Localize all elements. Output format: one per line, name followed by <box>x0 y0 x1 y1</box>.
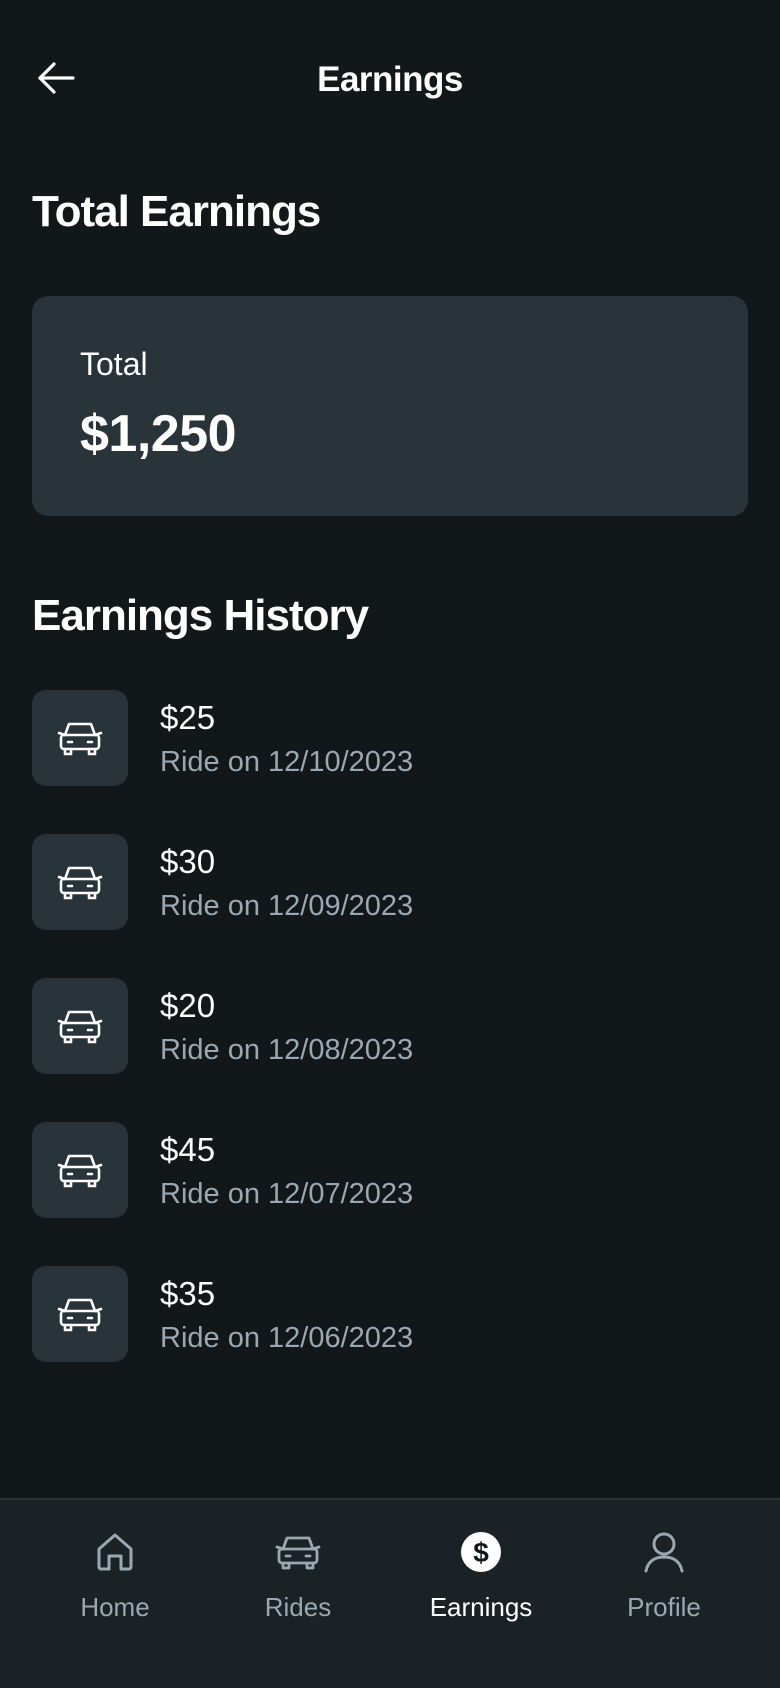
list-item[interactable]: $25 Ride on 12/10/2023 <box>32 690 748 786</box>
earnings-history-heading: Earnings History <box>32 591 369 640</box>
earnings-history-list: $25 Ride on 12/10/2023 $30 Ride on 12/09… <box>32 690 748 1410</box>
dollar-circle-icon: $ <box>457 1528 505 1576</box>
item-amount: $35 <box>160 1275 216 1312</box>
item-amount: $45 <box>160 1131 216 1168</box>
home-icon <box>91 1528 139 1576</box>
car-icon <box>32 690 128 786</box>
user-icon <box>640 1528 688 1576</box>
car-icon <box>32 1266 128 1362</box>
total-earnings-card: Total $1,250 <box>32 296 748 516</box>
list-item[interactable]: $30 Ride on 12/09/2023 <box>32 834 748 930</box>
total-earnings-heading: Total Earnings <box>32 187 321 236</box>
list-item[interactable]: $20 Ride on 12/08/2023 <box>32 978 748 1074</box>
total-value: $1,250 <box>80 405 237 463</box>
car-icon <box>32 978 128 1074</box>
bottom-navigation: Home Rides $ Earnings Profile <box>0 1498 780 1688</box>
nav-item-home[interactable]: Home <box>40 1500 190 1650</box>
nav-label-profile: Profile <box>627 1592 701 1622</box>
top-bar: Earnings <box>0 0 780 160</box>
page-title: Earnings <box>317 60 463 99</box>
item-amount: $20 <box>160 987 216 1024</box>
nav-item-earnings[interactable]: $ Earnings <box>406 1500 556 1650</box>
item-description: Ride on 12/10/2023 <box>160 746 414 778</box>
earnings-screen: Earnings Total Earnings Total $1,250 Ear… <box>0 0 780 1688</box>
list-item[interactable]: $45 Ride on 12/07/2023 <box>32 1122 748 1218</box>
car-icon <box>32 1122 128 1218</box>
item-amount: $25 <box>160 699 216 736</box>
item-description: Ride on 12/07/2023 <box>160 1178 414 1210</box>
nav-item-rides[interactable]: Rides <box>223 1500 373 1650</box>
list-item[interactable]: $35 Ride on 12/06/2023 <box>32 1266 748 1362</box>
item-description: Ride on 12/09/2023 <box>160 890 414 922</box>
svg-text:$: $ <box>473 1537 489 1568</box>
item-description: Ride on 12/06/2023 <box>160 1322 414 1354</box>
nav-label-earnings: Earnings <box>429 1592 533 1622</box>
item-description: Ride on 12/08/2023 <box>160 1034 414 1066</box>
item-amount: $30 <box>160 843 216 880</box>
nav-label-rides: Rides <box>264 1592 332 1622</box>
car-icon <box>32 834 128 930</box>
car-icon <box>274 1528 322 1576</box>
nav-item-profile[interactable]: Profile <box>589 1500 739 1650</box>
total-label: Total <box>80 346 148 382</box>
nav-label-home: Home <box>80 1592 150 1622</box>
